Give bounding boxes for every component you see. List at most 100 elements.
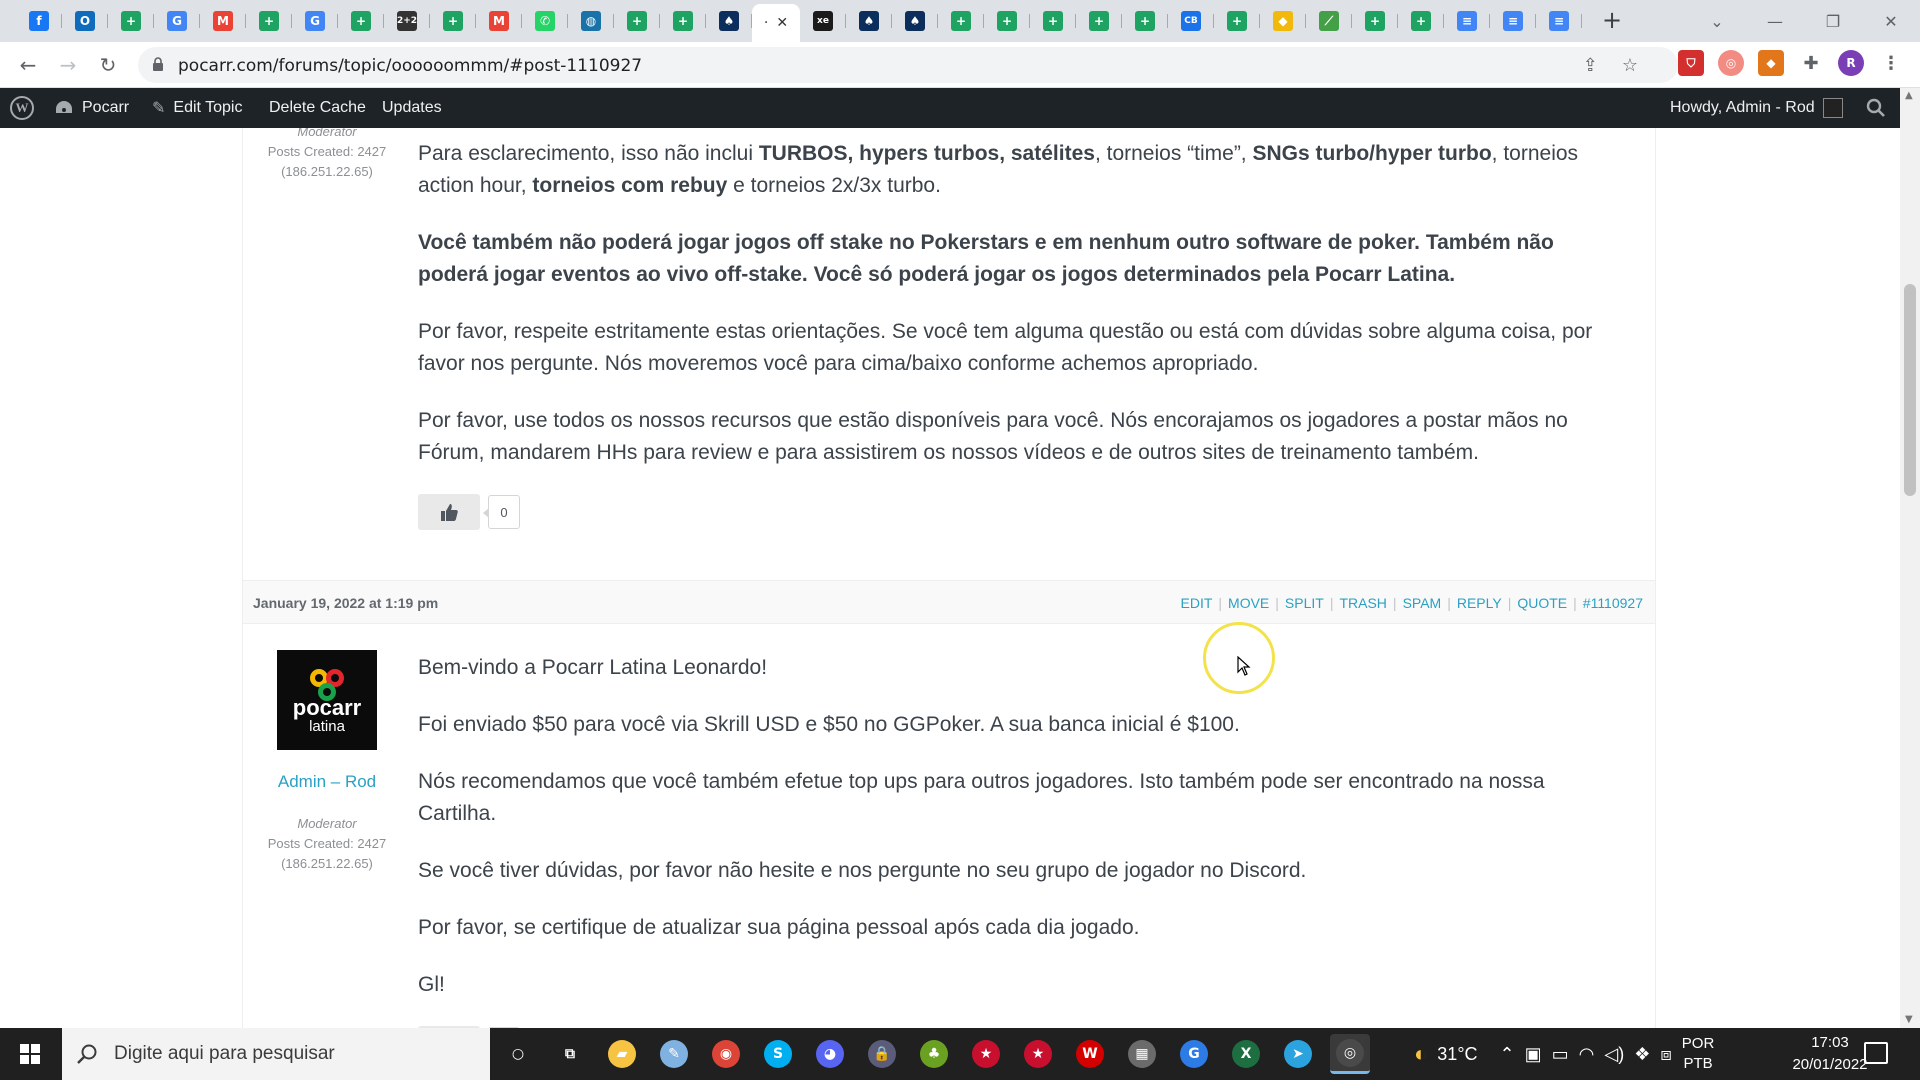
like-button[interactable] [418, 494, 480, 530]
pokerstars-icon[interactable]: ★ [966, 1034, 1006, 1074]
bookmark-star-icon[interactable]: ☆ [1622, 55, 1638, 76]
edit-topic-link[interactable]: ✎ Edit Topic [152, 88, 242, 128]
delete-cache-link[interactable]: Delete Cache [269, 88, 366, 128]
metamask-fox-icon[interactable]: ◆ [1758, 50, 1784, 76]
reload-icon[interactable]: ↻ [94, 51, 122, 79]
reply-action-trash[interactable]: TRASH [1339, 595, 1386, 611]
active-tab[interactable]: · ✕ [752, 4, 800, 42]
browser-tab[interactable]: ♠ [892, 8, 938, 34]
browser-tab[interactable]: + [984, 8, 1030, 34]
reply-action-permalink-1110927[interactable]: #1110927 [1583, 595, 1643, 611]
browser-tab[interactable]: + [108, 8, 154, 34]
browser-tab[interactable]: ♠ [846, 8, 892, 34]
browser-tab[interactable]: ≡ [1536, 8, 1582, 34]
site-name-menu[interactable]: Pocarr [54, 88, 129, 128]
winamax-icon[interactable]: W [1070, 1034, 1110, 1074]
notepad-icon[interactable]: ✎ [654, 1034, 694, 1074]
browser-tab[interactable]: ◍ [568, 8, 614, 34]
taskbar-search-box[interactable]: Digite aqui para pesquisar [62, 1028, 490, 1080]
battery-icon[interactable]: ▭ [1552, 1044, 1569, 1065]
browser-tab[interactable]: G [154, 8, 200, 34]
browser-tab[interactable]: + [1122, 8, 1168, 34]
reply-action-edit[interactable]: EDIT [1181, 595, 1213, 611]
minimize-icon[interactable]: — [1746, 0, 1804, 42]
forward-icon[interactable]: → [54, 51, 82, 79]
remote-icon[interactable]: ⧈ [1660, 1044, 1671, 1065]
dropbox-icon[interactable]: ❖ [1634, 1044, 1650, 1065]
skype-icon[interactable]: S [758, 1034, 798, 1074]
volume-icon[interactable]: ◁) [1604, 1044, 1624, 1065]
browser-tab[interactable]: + [1214, 8, 1260, 34]
browser-tab[interactable]: CB [1168, 8, 1214, 34]
excel-icon[interactable]: X [1226, 1034, 1266, 1074]
tab-search-icon[interactable]: ⌄ [1688, 0, 1746, 42]
browser-tab[interactable]: + [1076, 8, 1122, 34]
reply-action-spam[interactable]: SPAM [1403, 595, 1442, 611]
extensions-puzzle-icon[interactable]: ✚ [1798, 50, 1824, 76]
share-icon[interactable]: ⇪ [1583, 55, 1598, 76]
wifi-icon[interactable]: ◠ [1579, 1044, 1595, 1065]
reply-action-move[interactable]: MOVE [1228, 595, 1269, 611]
temperature[interactable]: 31°C [1437, 1044, 1477, 1065]
recorder-icon[interactable]: ◎ [1330, 1034, 1370, 1074]
extension-icon[interactable]: ◎ [1718, 50, 1744, 76]
browser-tab[interactable]: + [430, 8, 476, 34]
back-icon[interactable]: ← [14, 51, 42, 79]
updates-link[interactable]: Updates [382, 88, 442, 128]
browser-tab[interactable]: ✆ [522, 8, 568, 34]
author-name-link[interactable]: Admin – Rod [243, 772, 411, 792]
browser-tab[interactable]: ≡ [1490, 8, 1536, 34]
adblock-shield-icon[interactable]: ⛉ [1678, 50, 1704, 76]
browser-tab[interactable]: G [292, 8, 338, 34]
telegram-icon[interactable]: ➤ [1278, 1034, 1318, 1074]
restore-icon[interactable]: ❐ [1804, 0, 1862, 42]
new-tab-button[interactable]: + [1598, 8, 1626, 34]
task-view-icon[interactable]: ⧉ [550, 1034, 590, 1074]
browser-tab[interactable]: ◆ [1260, 8, 1306, 34]
scroll-down-arrow-icon[interactable]: ▼ [1905, 1014, 1913, 1025]
browser-tab[interactable]: + [614, 8, 660, 34]
browser-tab[interactable]: xe [800, 8, 846, 34]
vpn-lock-icon[interactable]: 🔒 [862, 1034, 902, 1074]
wordpress-logo-icon[interactable]: W [10, 88, 34, 128]
calculator-icon[interactable]: ▦ [1122, 1034, 1162, 1074]
browser-tab[interactable]: ♠ [706, 8, 752, 34]
close-window-icon[interactable]: ✕ [1862, 0, 1920, 42]
browser-tab[interactable]: O [62, 8, 108, 34]
browser-tab[interactable]: + [338, 8, 384, 34]
browser-tab[interactable]: + [1352, 8, 1398, 34]
profile-avatar[interactable]: R [1838, 50, 1864, 76]
address-bar[interactable]: pocarr.com/forums/topic/oooooommm/#post-… [138, 47, 1678, 83]
browser-tab[interactable]: + [660, 8, 706, 34]
file-explorer-icon[interactable]: ▰ [602, 1034, 642, 1074]
browser-tab[interactable]: + [938, 8, 984, 34]
browser-tab[interactable]: M [476, 8, 522, 34]
search-icon[interactable] [1866, 98, 1886, 118]
scroll-up-arrow-icon[interactable]: ▲ [1905, 90, 1913, 101]
browser-tab[interactable]: + [1030, 8, 1076, 34]
windows-start-icon[interactable] [10, 1040, 50, 1068]
browser-tab[interactable]: 2+2 [384, 8, 430, 34]
page-scrollbar[interactable]: ▲ ▼ [1900, 88, 1920, 1028]
scrollbar-thumb[interactable] [1904, 284, 1916, 496]
reply-action-reply[interactable]: REPLY [1457, 595, 1502, 611]
webcam-icon[interactable]: ▣ [1525, 1044, 1542, 1065]
show-hidden-icons-icon[interactable]: ⌃ [1500, 1044, 1515, 1065]
cortana-icon[interactable]: ○ [498, 1034, 538, 1074]
weather-icon[interactable]: ◐ [1414, 1041, 1427, 1067]
browser-tab[interactable]: + [1398, 8, 1444, 34]
browser-tab[interactable]: f [16, 8, 62, 34]
discord-icon[interactable]: ◕ [810, 1034, 850, 1074]
gg-icon[interactable]: G [1174, 1034, 1214, 1074]
reply-action-quote[interactable]: QUOTE [1517, 595, 1567, 611]
poker-client-icon[interactable]: ♣ [914, 1034, 954, 1074]
input-language[interactable]: POR PTB [1682, 1034, 1715, 1074]
close-tab-icon[interactable]: ✕ [776, 15, 788, 31]
chrome-icon[interactable]: ◉ [706, 1034, 746, 1074]
pokerstars-icon[interactable]: ★ [1018, 1034, 1058, 1074]
browser-tab[interactable]: ⟋ [1306, 8, 1352, 34]
my-account-menu[interactable]: Howdy, Admin - Rod [1670, 88, 1843, 128]
avatar[interactable]: pocarr latina [277, 650, 377, 750]
browser-tab[interactable]: ≡ [1444, 8, 1490, 34]
notifications-icon[interactable] [1864, 1042, 1888, 1064]
